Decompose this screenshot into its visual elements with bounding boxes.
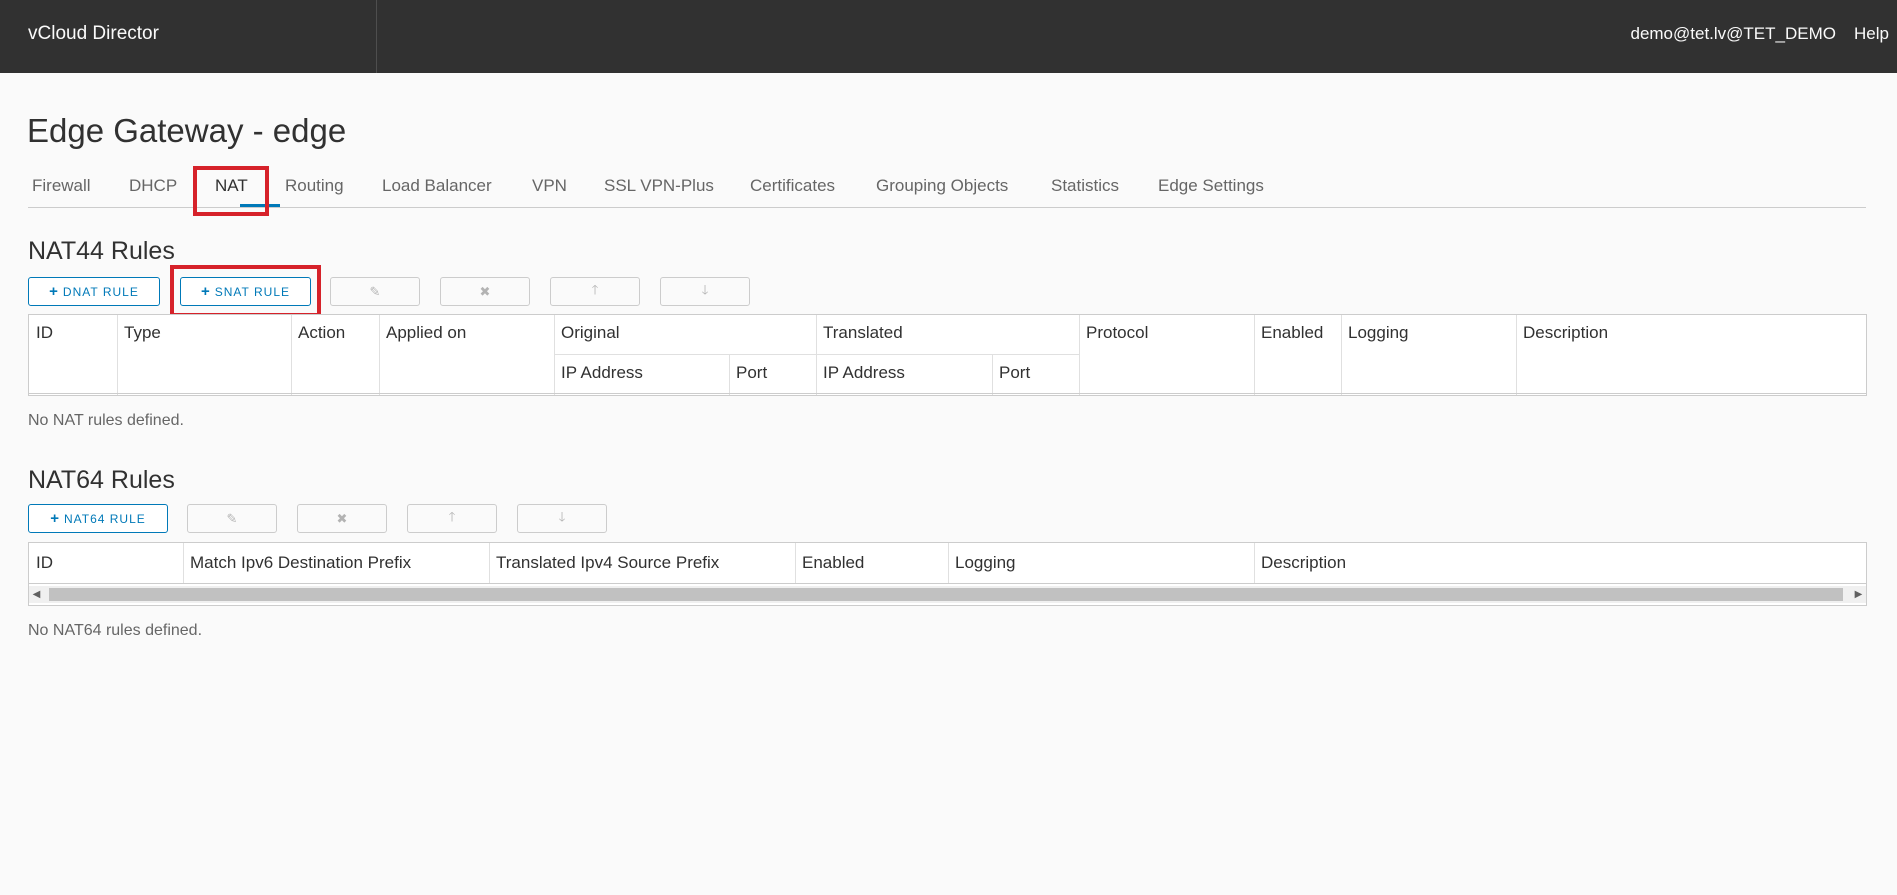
- nat-tab-highlight: [193, 166, 269, 216]
- column-divider: [117, 315, 118, 395]
- nat44-empty-message: No NAT rules defined.: [28, 412, 184, 429]
- nat64-rule-label: NAT64 RULE: [63, 511, 146, 526]
- tab-edge-settings[interactable]: Edge Settings: [1158, 176, 1264, 196]
- header-bottom-border: [29, 393, 1866, 394]
- tab-routing[interactable]: Routing: [285, 176, 344, 196]
- column-header-original-port[interactable]: Port: [736, 363, 767, 383]
- tab-firewall[interactable]: Firewall: [32, 176, 91, 196]
- app-title[interactable]: vCloud Director: [28, 23, 159, 45]
- column-divider: [291, 315, 292, 395]
- dnat-rule-label: DNAT RULE: [62, 284, 139, 299]
- arrow-up-icon: 🡑: [448, 508, 456, 524]
- tab-vpn[interactable]: VPN: [532, 176, 567, 196]
- scroll-right-icon[interactable]: ▶: [1851, 586, 1866, 603]
- user-menu[interactable]: demo@tet.lv@TET_DEMO: [1630, 24, 1836, 44]
- nat44-section-title: NAT44 Rules: [28, 237, 175, 265]
- snat-button-highlight: [170, 265, 321, 317]
- column-header-description[interactable]: Description: [1261, 553, 1346, 573]
- column-divider: [992, 355, 993, 395]
- column-divider: [816, 315, 817, 395]
- column-divider: [1079, 315, 1080, 395]
- column-header-original-ip[interactable]: IP Address: [561, 363, 643, 383]
- column-header-translated-prefix[interactable]: Translated Ipv4 Source Prefix: [496, 553, 719, 573]
- column-header-translated-ip[interactable]: IP Address: [823, 363, 905, 383]
- move-up-button[interactable]: 🡑: [550, 277, 640, 306]
- header-divider: [376, 0, 377, 73]
- column-divider: [1254, 315, 1255, 395]
- tab-statistics[interactable]: Statistics: [1051, 176, 1119, 196]
- column-header-applied-on[interactable]: Applied on: [386, 323, 466, 343]
- move-down-button[interactable]: 🡓: [660, 277, 750, 306]
- column-divider: [1341, 315, 1342, 395]
- column-header-protocol[interactable]: Protocol: [1086, 323, 1148, 343]
- add-dnat-rule-button[interactable]: + DNAT RULE: [28, 277, 160, 306]
- add-nat64-rule-button[interactable]: + NAT64 RULE: [28, 504, 168, 533]
- column-header-translated: Translated: [823, 323, 903, 342]
- header-bottom-border: [29, 583, 1866, 584]
- column-divider: [379, 315, 380, 395]
- arrow-up-icon: 🡑: [591, 281, 599, 297]
- help-link[interactable]: Help: [1854, 24, 1889, 44]
- column-header-translated-port[interactable]: Port: [999, 363, 1030, 383]
- column-divider: [1516, 315, 1517, 395]
- scrollbar-thumb[interactable]: [49, 588, 1843, 601]
- move-up-nat64-button[interactable]: 🡑: [407, 504, 497, 533]
- horizontal-scrollbar[interactable]: ◀ ▶: [29, 586, 1866, 603]
- page-title: Edge Gateway - edge: [27, 112, 347, 149]
- column-divider: [948, 543, 949, 583]
- column-divider: [1254, 543, 1255, 583]
- edit-nat64-rule-button[interactable]: ✎: [187, 504, 277, 533]
- column-header-id[interactable]: ID: [36, 323, 53, 343]
- edit-rule-button[interactable]: ✎: [330, 277, 420, 306]
- tab-dhcp[interactable]: DHCP: [129, 176, 177, 196]
- column-divider: [729, 355, 730, 395]
- tab-bar: Firewall DHCP NAT Routing Load Balancer …: [28, 164, 1866, 208]
- delete-rule-button[interactable]: ✖: [440, 277, 530, 306]
- column-header-original: Original: [561, 323, 620, 342]
- edit-icon: ✎: [226, 510, 238, 526]
- column-divider: [489, 543, 490, 583]
- edit-icon: ✎: [369, 283, 381, 299]
- column-divider: [183, 543, 184, 583]
- tab-ssl-vpn-plus[interactable]: SSL VPN-Plus: [604, 176, 714, 196]
- column-header-match-prefix[interactable]: Match Ipv6 Destination Prefix: [190, 553, 411, 573]
- tab-grouping-objects[interactable]: Grouping Objects: [876, 176, 1008, 196]
- app-header: vCloud Director demo@tet.lv@TET_DEMO Hel…: [0, 0, 1897, 73]
- nat64-empty-message: No NAT64 rules defined.: [28, 622, 203, 639]
- delete-nat64-rule-button[interactable]: ✖: [297, 504, 387, 533]
- tab-certificates[interactable]: Certificates: [750, 176, 835, 196]
- column-header-description[interactable]: Description: [1523, 323, 1608, 343]
- scroll-left-icon[interactable]: ◀: [29, 586, 44, 603]
- column-header-logging[interactable]: Logging: [1348, 323, 1409, 343]
- subheader-divider: [554, 354, 1079, 355]
- close-icon: ✖: [336, 510, 348, 526]
- column-header-id[interactable]: ID: [36, 553, 53, 573]
- nat44-rules-grid: ID Type Action Applied on Original Trans…: [28, 314, 1867, 396]
- plus-icon: +: [49, 283, 58, 300]
- tab-load-balancer[interactable]: Load Balancer: [382, 176, 492, 196]
- column-header-type[interactable]: Type: [124, 323, 161, 343]
- arrow-down-icon: 🡓: [701, 281, 709, 297]
- column-header-enabled[interactable]: Enabled: [802, 553, 864, 573]
- column-header-logging[interactable]: Logging: [955, 553, 1016, 573]
- close-icon: ✖: [479, 283, 491, 299]
- column-divider: [554, 315, 555, 395]
- nat64-section-title: NAT64 Rules: [28, 466, 175, 494]
- move-down-nat64-button[interactable]: 🡓: [517, 504, 607, 533]
- column-header-enabled[interactable]: Enabled: [1261, 323, 1323, 343]
- plus-icon: +: [50, 510, 59, 527]
- column-header-action[interactable]: Action: [298, 323, 345, 343]
- arrow-down-icon: 🡓: [558, 508, 566, 524]
- column-divider: [795, 543, 796, 583]
